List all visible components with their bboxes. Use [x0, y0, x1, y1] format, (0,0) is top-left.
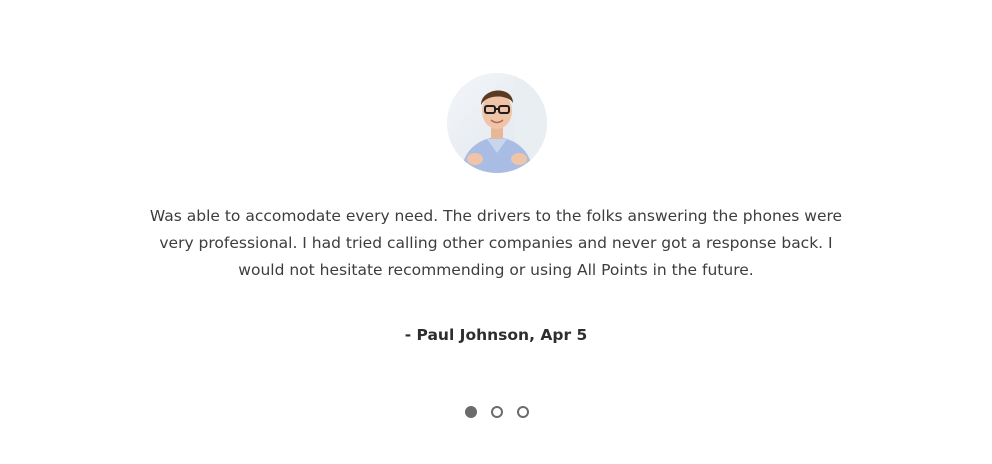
- carousel-pagination: [465, 406, 529, 420]
- person-photo-icon: [447, 73, 547, 173]
- testimonial-slide: Was able to accomodate every need. The d…: [0, 0, 992, 464]
- carousel-dot-3[interactable]: [517, 406, 529, 418]
- testimonial-author: - Paul Johnson, Apr 5: [404, 326, 588, 344]
- carousel-dot-1[interactable]: [465, 406, 477, 418]
- carousel-dot-2[interactable]: [491, 406, 503, 418]
- avatar: [447, 73, 547, 173]
- testimonial-quote: Was able to accomodate every need. The d…: [149, 207, 843, 279]
